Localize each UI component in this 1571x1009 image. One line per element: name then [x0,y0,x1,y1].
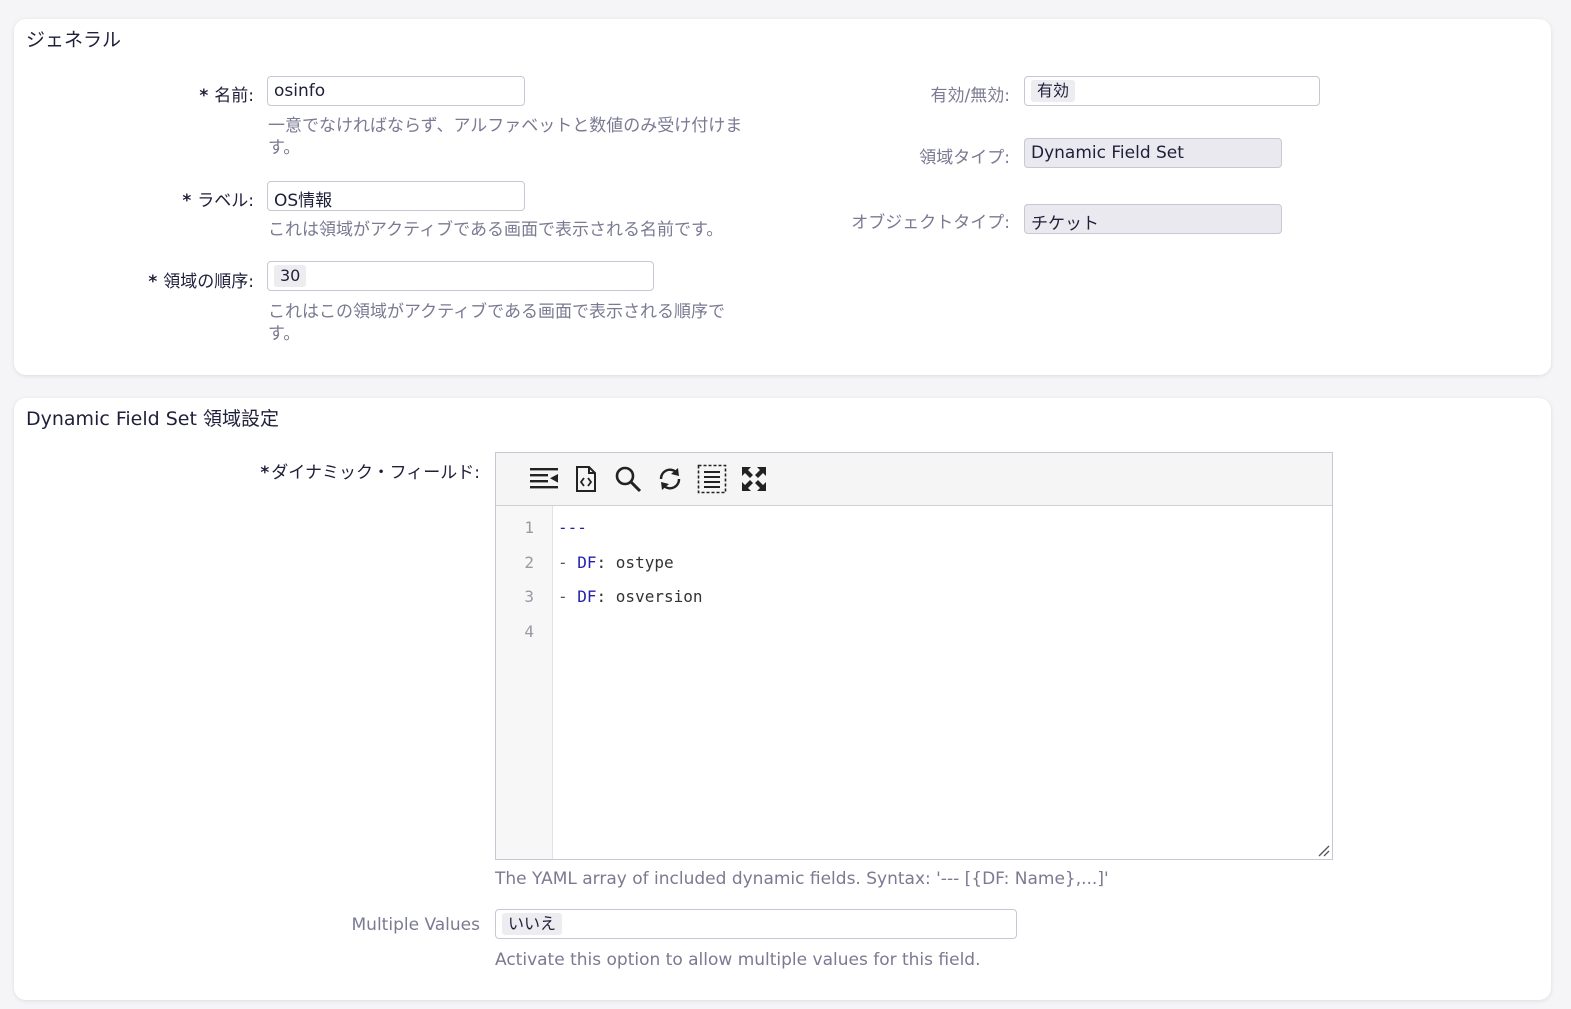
required-marker: * [182,191,192,211]
dynamic-field-set-panel: Dynamic Field Set 領域設定 * ダイナミック・フィールド: 1… [14,398,1551,1000]
dynamic-fields-help: The YAML array of included dynamic field… [495,869,1109,889]
field-type-label: 領域タイプ: [919,148,1010,168]
name-help: 一意でなければならず、アルファベットと数値のみ受け付けま す。 [268,116,743,158]
field-type-value: Dynamic Field Set [1024,138,1282,168]
line-number: 4 [524,622,534,641]
multiple-values-help: Activate this option to allow multiple v… [495,950,981,970]
label-input[interactable]: OS情報 [267,181,525,211]
multiple-values-label: Multiple Values [351,915,480,935]
multiple-values-select[interactable]: いいえ [495,909,1017,939]
line-number-gutter: 1 2 3 4 [496,506,553,859]
replace-icon[interactable] [654,464,686,494]
validity-label: 有効/無効: [930,86,1010,106]
validity-value: 有効 [1031,80,1076,102]
fullscreen-icon[interactable] [738,464,770,494]
line-number: 1 [524,518,534,537]
required-marker: * [199,86,209,106]
indent-icon[interactable] [528,464,560,494]
object-type-label: オブジェクトタイプ: [851,213,1010,233]
label-field-label: * ラベル: [182,191,254,211]
code-file-icon[interactable] [570,464,602,494]
required-marker: * [148,272,158,292]
required-marker: * [260,463,270,483]
name-input[interactable]: osinfo [267,76,525,106]
search-icon[interactable] [612,464,644,494]
multiple-values-value: いいえ [502,913,563,935]
general-panel: ジェネラル * 名前: osinfo 一意でなければならず、アルファベットと数値の… [14,19,1551,375]
code-line[interactable]: - DF: ostype [558,553,674,572]
editor-toolbar [496,453,1332,506]
object-type-value: チケット [1024,204,1282,234]
resize-handle-icon[interactable] [1318,845,1330,857]
name-label: * 名前: [199,86,254,106]
order-label: * 領域の順序: [148,272,254,292]
dfs-panel-title: Dynamic Field Set 領域設定 [26,408,279,430]
order-value: 30 [274,265,307,287]
code-line[interactable]: --- [558,518,587,537]
order-select[interactable]: 30 [267,261,654,291]
yaml-code-editor[interactable]: 1 2 3 4 --- - DF: ostype - DF: osversion [495,452,1333,860]
code-line[interactable]: - DF: osversion [558,587,703,606]
order-help: これはこの領域がアクティブである画面で表示される順序で す。 [268,302,725,344]
label-help: これは領域がアクティブである画面で表示される名前です。 [268,220,724,240]
line-number: 2 [524,553,534,572]
line-number: 3 [524,587,534,606]
dynamic-fields-label: * ダイナミック・フィールド: [260,463,480,483]
general-panel-title: ジェネラル [26,29,122,51]
select-all-icon[interactable] [696,464,728,494]
validity-select[interactable]: 有効 [1024,76,1320,106]
